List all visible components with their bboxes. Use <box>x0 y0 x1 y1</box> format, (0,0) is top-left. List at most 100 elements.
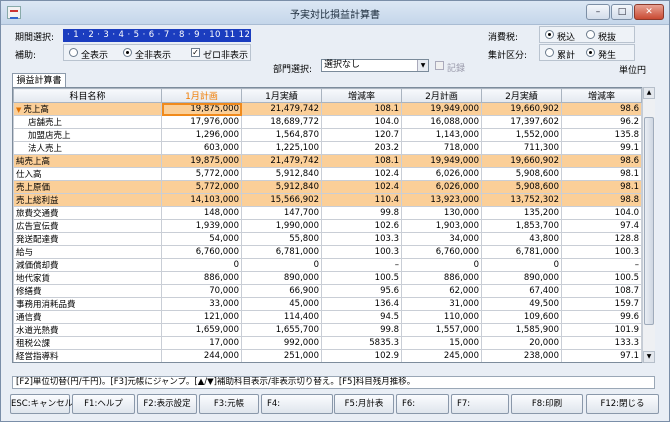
value-cell[interactable]: 100.3 <box>321 245 402 259</box>
value-cell[interactable]: 5,772,000 <box>161 167 242 181</box>
breakdown-checkbox[interactable] <box>435 61 444 70</box>
value-cell[interactable]: 15,000 <box>401 336 482 350</box>
account-name-cell[interactable]: 店舗売上 <box>13 115 162 129</box>
table-row[interactable]: ▼ 売上高 19,875,000 21,479,742 108.1 19,949,000 1… <box>13 102 642 116</box>
value-cell[interactable]: 95.6 <box>321 284 402 298</box>
vertical-scrollbar[interactable]: ▲ ▼ <box>642 87 655 363</box>
function-key-button[interactable]: F3:元帳 <box>199 394 259 414</box>
value-cell[interactable]: 102.9 <box>321 349 402 362</box>
value-cell[interactable]: 110.4 <box>321 193 402 207</box>
value-cell[interactable]: 135,200 <box>481 206 562 220</box>
value-cell[interactable]: 0 <box>241 258 322 272</box>
account-name-cell[interactable]: 給与 <box>13 245 162 259</box>
table-row[interactable]: 広告宣伝費 1,939,000 1,990,000 102.6 1,903,000 1,8… <box>13 219 642 233</box>
value-cell[interactable]: 102.6 <box>321 219 402 233</box>
value-cell[interactable]: 45,000 <box>241 297 322 311</box>
value-cell[interactable]: 109,600 <box>481 310 562 324</box>
value-cell[interactable]: 108.1 <box>321 102 402 116</box>
subsidiary-none-radio[interactable] <box>123 48 132 57</box>
account-name-cell[interactable]: 加盟店売上 <box>13 128 162 142</box>
value-cell[interactable]: 17,976,000 <box>161 115 242 129</box>
value-cell[interactable]: 98.6 <box>561 102 642 116</box>
value-cell[interactable]: 5,912,840 <box>241 180 322 194</box>
value-cell[interactable]: 135.8 <box>561 128 642 142</box>
column-header[interactable]: 増減率 <box>561 88 642 103</box>
value-cell[interactable]: 5,908,600 <box>481 180 562 194</box>
account-name-cell[interactable]: 法人売上 <box>13 141 162 155</box>
value-cell[interactable]: 1,853,700 <box>481 219 562 233</box>
value-cell[interactable]: 133.3 <box>561 336 642 350</box>
minimize-button[interactable]: – <box>586 4 610 20</box>
value-cell[interactable]: 21,479,742 <box>241 102 322 116</box>
value-cell[interactable]: 1,296,000 <box>161 128 242 142</box>
table-row[interactable]: 加盟店売上 1,296,000 1,564,870 120.7 1,143,000 1,5… <box>13 128 642 142</box>
value-cell[interactable]: 100.3 <box>561 245 642 259</box>
table-row[interactable]: 店舗売上 17,976,000 18,689,772 104.0 16,088,000 1… <box>13 115 642 129</box>
value-cell[interactable]: 6,026,000 <box>401 180 482 194</box>
value-cell[interactable]: 0 <box>401 258 482 272</box>
account-name-cell[interactable]: ▼ 売上高 <box>13 102 162 116</box>
value-cell[interactable]: 49,500 <box>481 297 562 311</box>
value-cell[interactable]: 101.9 <box>561 323 642 337</box>
value-cell[interactable]: 6,760,000 <box>401 245 482 259</box>
value-cell[interactable]: 100.5 <box>321 271 402 285</box>
account-name-cell[interactable]: 純売上高 <box>13 154 162 168</box>
value-cell[interactable]: 20,000 <box>481 336 562 350</box>
value-cell[interactable]: 98.6 <box>561 154 642 168</box>
account-name-cell[interactable]: 減価償却費 <box>13 258 162 272</box>
account-name-cell[interactable]: 経営指導料 <box>13 349 162 362</box>
value-cell[interactable]: 244,000 <box>161 349 242 362</box>
value-cell[interactable]: – <box>321 258 402 272</box>
value-cell[interactable]: 18,689,772 <box>241 115 322 129</box>
value-cell[interactable]: 17,397,602 <box>481 115 562 129</box>
value-cell[interactable]: 203.2 <box>321 141 402 155</box>
value-cell[interactable]: 6,026,000 <box>401 167 482 181</box>
value-cell[interactable]: 148,000 <box>161 206 242 220</box>
account-name-cell[interactable]: 事務用消耗品費 <box>13 297 162 311</box>
close-button[interactable]: ✕ <box>634 4 664 20</box>
dept-select[interactable]: 選択なし ▼ <box>321 59 429 72</box>
value-cell[interactable]: 6,781,000 <box>481 245 562 259</box>
value-cell[interactable]: 0 <box>161 258 242 272</box>
value-cell[interactable]: 66,900 <box>241 284 322 298</box>
subsidiary-all-radio[interactable] <box>69 48 78 57</box>
value-cell[interactable]: 34,000 <box>401 232 482 246</box>
value-cell[interactable]: 19,949,000 <box>401 154 482 168</box>
value-cell[interactable]: 97.1 <box>561 349 642 362</box>
value-cell[interactable]: 251,000 <box>241 349 322 362</box>
function-key-button[interactable]: F5:月計表 <box>334 394 394 414</box>
account-name-cell[interactable]: 通信費 <box>13 310 162 324</box>
value-cell[interactable]: 43,800 <box>481 232 562 246</box>
value-cell[interactable]: 13,923,000 <box>401 193 482 207</box>
value-cell[interactable]: 19,660,902 <box>481 154 562 168</box>
value-cell[interactable]: 99.8 <box>321 206 402 220</box>
table-row[interactable]: 発送配達費 54,000 55,800 103.3 34,000 43,800 128.8 <box>13 232 642 246</box>
function-key-button[interactable]: ESC:キャンセル <box>10 394 73 414</box>
table-row[interactable]: 租税公課 17,000 992,000 5835.3 15,000 20,000 133.3 <box>13 336 642 350</box>
value-cell[interactable]: 5835.3 <box>321 336 402 350</box>
value-cell[interactable]: 120.7 <box>321 128 402 142</box>
value-cell[interactable]: – <box>561 258 642 272</box>
value-cell[interactable]: 6,760,000 <box>161 245 242 259</box>
value-cell[interactable]: 100.5 <box>561 271 642 285</box>
expand-triangle-icon[interactable]: ▼ <box>16 106 21 114</box>
value-cell[interactable]: 711,300 <box>481 141 562 155</box>
value-cell[interactable]: 159.7 <box>561 297 642 311</box>
value-cell[interactable]: 1,903,000 <box>401 219 482 233</box>
table-row[interactable]: 経営指導料 244,000 251,000 102.9 245,000 238,000 97… <box>13 349 642 362</box>
function-key-button[interactable]: F1:ヘルプ <box>72 394 135 414</box>
value-cell[interactable]: 54,000 <box>161 232 242 246</box>
scroll-thumb[interactable] <box>644 117 654 325</box>
tab-income-statement[interactable]: 損益計算書 <box>12 73 66 88</box>
column-header[interactable]: 増減率 <box>321 88 402 103</box>
value-cell[interactable]: 98.1 <box>561 180 642 194</box>
table-row[interactable]: 減価償却費 0 0–0 0– <box>13 258 642 272</box>
value-cell[interactable]: 992,000 <box>241 336 322 350</box>
table-row[interactable]: 通信費 121,000 114,400 94.5 110,000 109,600 99.6 <box>13 310 642 324</box>
chevron-down-icon[interactable]: ▼ <box>417 60 428 71</box>
value-cell[interactable]: 62,000 <box>401 284 482 298</box>
value-cell[interactable]: 15,566,902 <box>241 193 322 207</box>
value-cell[interactable]: 99.8 <box>321 323 402 337</box>
function-key-button[interactable]: F12:閉じる <box>586 394 659 414</box>
table-row[interactable]: 水道光熱費 1,659,000 1,655,700 99.8 1,557,000 1,58… <box>13 323 642 337</box>
